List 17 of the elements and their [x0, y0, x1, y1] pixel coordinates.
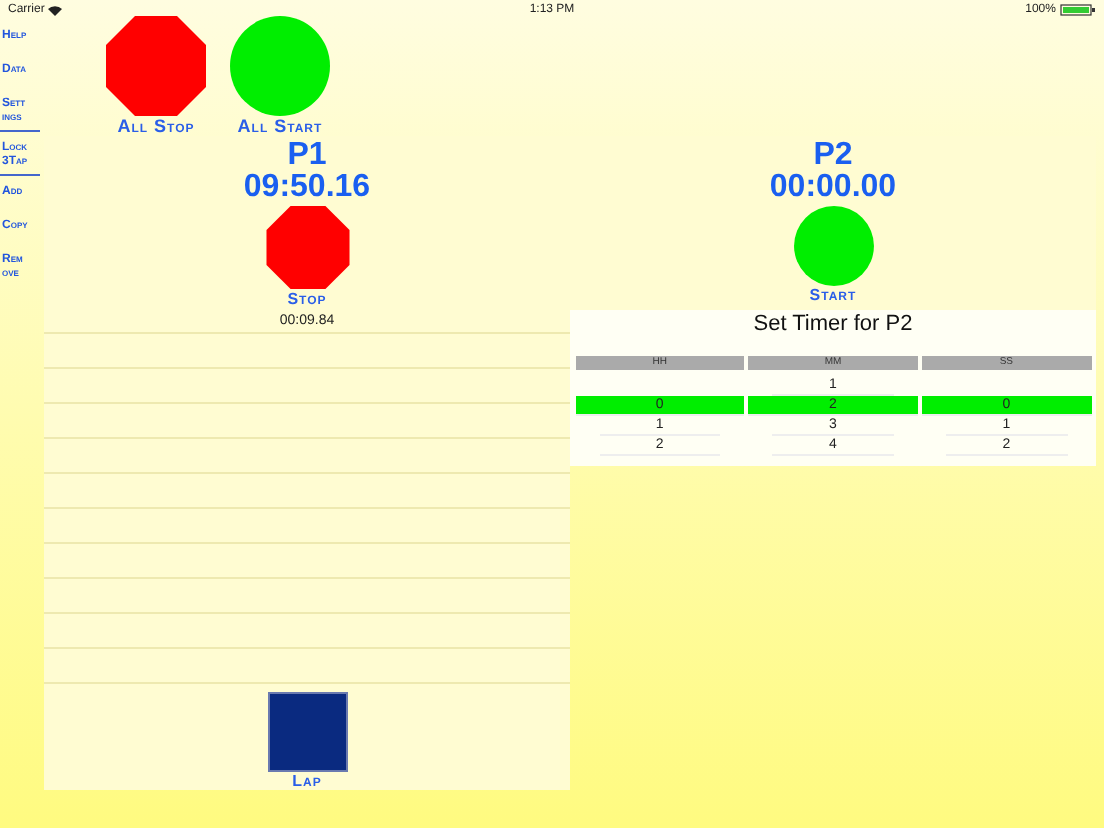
lap-label[interactable]: Lap — [292, 772, 322, 790]
wifi-icon — [48, 5, 63, 15]
timer-display: 00:00.00 — [769, 172, 897, 204]
timer-display: 09:50.16 — [243, 172, 371, 204]
timer-name: P2 — [813, 140, 853, 172]
setter-title: Set Timer for P2 — [753, 311, 913, 336]
timer-stop-icon[interactable] — [265, 206, 349, 290]
all-stop-icon[interactable] — [104, 16, 208, 116]
all-button-label[interactable]: All Start — [237, 118, 323, 136]
all-button-label[interactable]: All Stop — [117, 118, 195, 136]
timer-name: P1 — [287, 140, 327, 172]
battery-icon — [1059, 4, 1096, 16]
action-label[interactable]: Start — [809, 285, 857, 304]
lap-button[interactable] — [267, 692, 347, 772]
timer-start-icon[interactable] — [791, 206, 875, 286]
action-label[interactable]: Stop — [287, 289, 327, 308]
all-start-icon[interactable] — [228, 16, 332, 116]
